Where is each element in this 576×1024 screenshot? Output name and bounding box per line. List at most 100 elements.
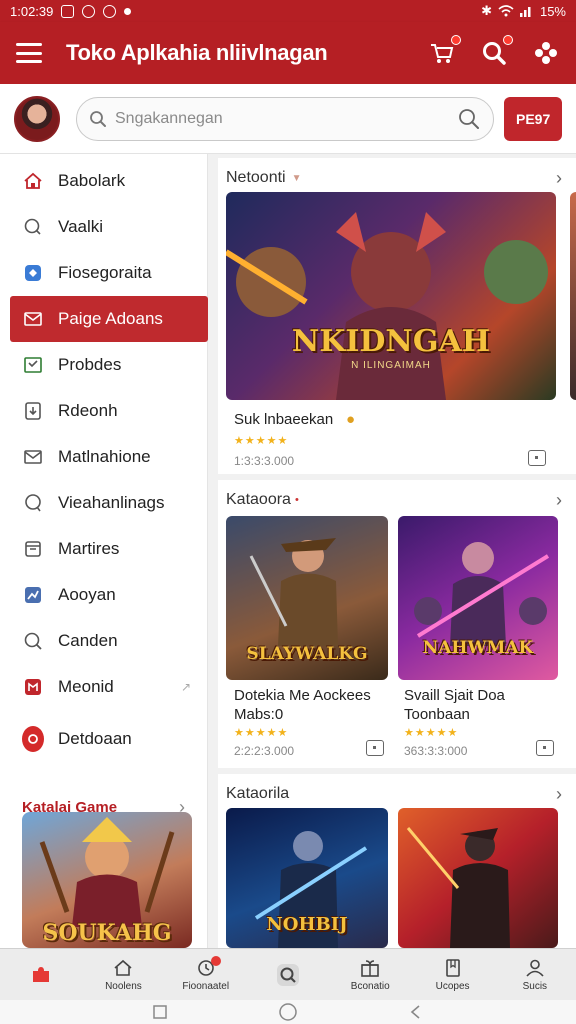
system-nav-bar (0, 1000, 576, 1024)
mail-icon (22, 308, 44, 330)
game-card-art[interactable]: SLAYWALKG (226, 516, 388, 680)
sidebar-item-rdeonh[interactable]: Rdeonh (0, 388, 207, 434)
sidebar-item-label: Matlnahione (58, 447, 151, 466)
sidebar-item-label: Martires (58, 539, 120, 558)
status-time: 1:02:39 (10, 3, 54, 19)
game-card-art-next[interactable] (570, 192, 576, 400)
sidebar-item-label: Detdoaan (58, 729, 132, 748)
featured-game-card[interactable]: SOUKAHG (22, 812, 192, 948)
search-icon (276, 963, 299, 986)
featured-game-logo: SOUKAHG (42, 920, 172, 946)
nav-label: Fioonaatel (182, 980, 230, 992)
download-button[interactable] (536, 740, 554, 756)
settings-button[interactable] (532, 39, 560, 67)
home-icon (114, 959, 132, 976)
home-circle-icon[interactable] (278, 1002, 298, 1022)
section-kataorila: Kataorila › NOHBIJ (218, 774, 576, 948)
game-title[interactable]: Suk lnbaeekan (234, 410, 333, 429)
nav-label: Ucopes (435, 980, 470, 992)
nav-item-home[interactable]: Noolens (82, 949, 164, 1000)
bubble-icon (22, 492, 44, 514)
image-notification-icon (61, 4, 75, 18)
sidebar-item-detdoaan[interactable]: Detdoaan (0, 716, 207, 762)
gear-icon (535, 42, 557, 64)
new-dot-icon: • (294, 494, 299, 506)
wifi-icon (498, 5, 514, 17)
game-title[interactable]: Svaill Sjait Doa Toonbaan (404, 686, 524, 724)
download-button[interactable] (366, 740, 384, 756)
nav-item-profile[interactable]: Sucis (494, 949, 576, 1000)
sidebar-item-matlnahione[interactable]: Matlnahione (0, 434, 207, 480)
sidebar-item-label: Meonid (58, 677, 114, 696)
sidebar-item-fiosegoraita[interactable]: Fiosegoraita (0, 250, 207, 296)
game-card-art[interactable]: NOHBIJ (226, 808, 388, 948)
search-button[interactable] (480, 35, 513, 67)
envelope-icon (22, 446, 44, 468)
sidebar-item-martires[interactable]: Martires (0, 526, 207, 572)
sidebar-item-label: Babolark (58, 171, 126, 190)
nav-item-library[interactable]: Ucopes (411, 949, 493, 1000)
map-icon (22, 262, 44, 284)
game-meta: 2:2:2:3.000 (234, 744, 295, 758)
sidebar-item-babolark[interactable]: Babolark (0, 158, 207, 204)
nav-item-gifts[interactable]: Bconatio (329, 949, 411, 1000)
section-title: Kataorila (226, 785, 290, 802)
cart-icon (431, 44, 454, 63)
sidebar-item-probdes[interactable]: Probdes (0, 342, 207, 388)
sidebar-item-canden[interactable]: Canden (0, 618, 207, 664)
external-arrow-icon: ↗ (180, 680, 191, 694)
person-icon (526, 959, 544, 977)
sidebar-item-meonid[interactable]: Meonid ↗ (0, 664, 207, 710)
battery-level: 15% (539, 3, 566, 19)
sidebar-item-label: Aooyan (58, 585, 116, 604)
search-icon (22, 630, 44, 652)
search-badge (503, 35, 513, 45)
avatar[interactable] (14, 95, 60, 142)
search-icon (90, 110, 106, 127)
game-card-art[interactable] (398, 808, 558, 948)
nav-item-search[interactable] (247, 949, 329, 1000)
chevron-right-icon: › (556, 783, 562, 804)
nav-item-games[interactable] (0, 949, 82, 1000)
section-header[interactable]: Kataoora • › (218, 480, 576, 520)
game-meta: 1:3:3:3.000 (234, 454, 295, 468)
shuffle-icon (22, 584, 44, 606)
search-icon (483, 42, 506, 65)
search-input[interactable] (115, 109, 458, 128)
search-box[interactable] (76, 96, 495, 141)
sidebar-item-aooyan[interactable]: Aooyan (0, 572, 207, 618)
download-button[interactable] (528, 450, 546, 466)
nav-label: Sucis (522, 980, 548, 992)
cart-button[interactable] (428, 35, 461, 67)
bottom-nav: Noolens Fioonaatel Bconatio Ucopes Sucis (0, 948, 576, 1000)
game-rating: ★★★★★ (404, 727, 459, 739)
recents-icon[interactable] (152, 1004, 168, 1020)
game-title[interactable]: Dotekia Me Aockees Mabs:0 (234, 686, 384, 724)
game-card-art[interactable]: NKIDNGAH N ILINGAIMAH (226, 192, 556, 400)
sidebar-item-vaalki[interactable]: Vaalki (0, 204, 207, 250)
search-submit-icon[interactable] (457, 107, 481, 131)
game-card-art[interactable]: NAHWMAK (398, 516, 558, 680)
app-bar: Toko Aplkahia nliivlnagan (0, 22, 576, 84)
chevron-right-icon: › (556, 167, 562, 188)
sidebar-item-vieahanlinags[interactable]: Vieahanlinags (0, 480, 207, 526)
mail-check-icon (22, 354, 44, 376)
nav-item-notifications[interactable]: Fioonaatel (165, 949, 247, 1000)
game-rating: ★★★★★ (234, 435, 289, 447)
game-logo: NKIDNGAH (291, 324, 491, 359)
sidebar-item-label: Rdeonh (58, 401, 118, 420)
back-icon[interactable] (408, 1004, 424, 1020)
cart-badge (451, 35, 461, 45)
sidebar-item-paige-adoans[interactable]: Paige Adoans (10, 296, 208, 342)
signal-icon (519, 7, 531, 17)
game-meta: 363:3:3:000 (404, 744, 468, 758)
menu-button[interactable] (16, 43, 42, 63)
nav-label: Bconatio (350, 980, 390, 992)
calendar-icon (22, 538, 44, 560)
search-submit-button[interactable]: PE97 (504, 96, 562, 141)
sync-notification-icon (82, 4, 96, 18)
sidebar-item-label: Vaalki (58, 217, 104, 236)
main-content: Netoonti ▼ › NKIDNGAH N ILINGAIMAH Suk l… (208, 154, 576, 948)
record-icon (22, 726, 44, 752)
sidebar-item-label: Canden (58, 631, 118, 650)
